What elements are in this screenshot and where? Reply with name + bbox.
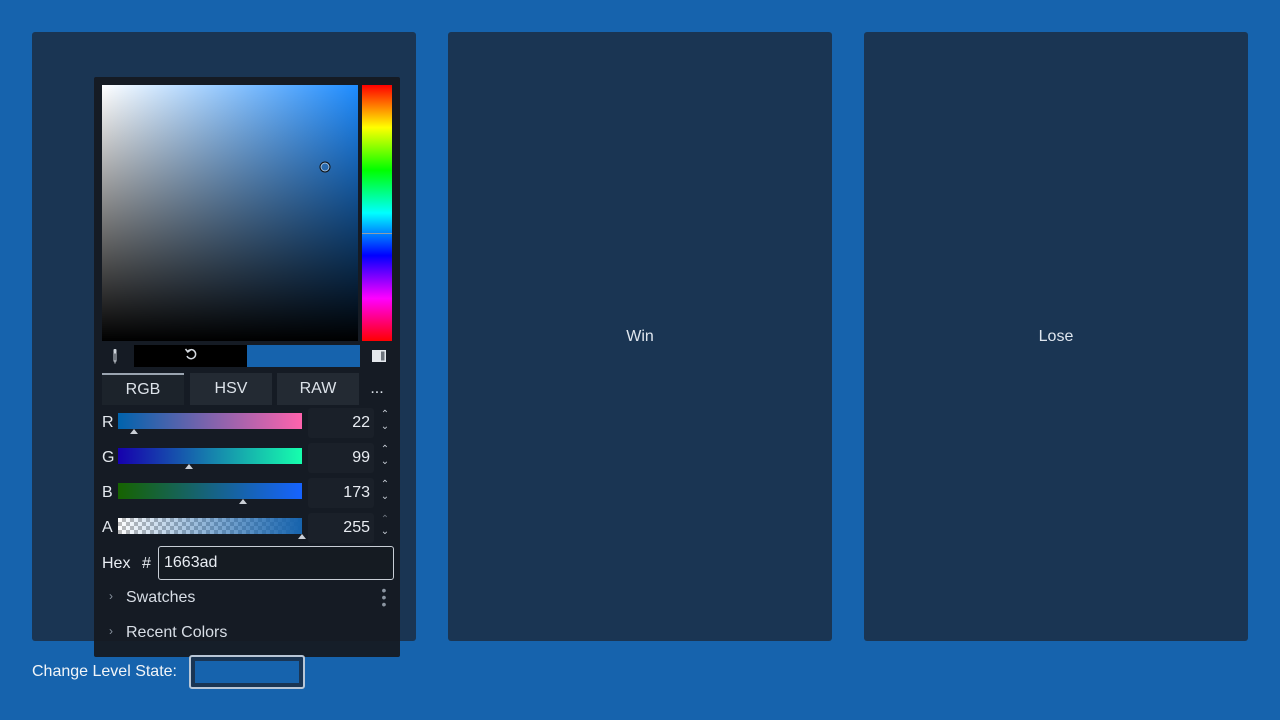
channel-value: 173	[343, 484, 370, 501]
chevron-up-icon[interactable]: ⌃	[381, 514, 389, 525]
channel-label: R	[102, 414, 114, 431]
level-state-swatch	[195, 661, 299, 683]
tab-raw[interactable]: RAW	[277, 373, 359, 405]
channel-value-input[interactable]: 99	[308, 443, 374, 473]
channel-value-input[interactable]: 22	[308, 408, 374, 438]
color-preview-row	[102, 345, 392, 367]
spin-arrows[interactable]: ⌃ ⌄	[378, 514, 392, 542]
new-color-swatch	[247, 345, 360, 367]
level-state-row: Change Level State:	[32, 655, 332, 689]
tab-rgb[interactable]: RGB	[102, 373, 184, 405]
tab-hsv-label: HSV	[214, 380, 248, 397]
channel-row-g: G 99 ⌃ ⌄	[102, 443, 392, 473]
spin-arrows[interactable]: ⌃ ⌄	[378, 444, 392, 472]
swatches-section[interactable]: › Swatches • • •	[102, 583, 392, 613]
old-color-swatch[interactable]	[134, 345, 247, 367]
chevron-down-icon[interactable]: ⌄	[381, 526, 389, 537]
spin-arrows[interactable]: ⌃ ⌄	[378, 479, 392, 507]
chevron-down-icon[interactable]: ⌄	[381, 491, 389, 502]
slider-grabber[interactable]	[129, 429, 138, 434]
kebab-menu-icon[interactable]: • • •	[380, 583, 388, 611]
chevron-right-icon[interactable]: ›	[109, 624, 113, 638]
tab-hsv[interactable]: HSV	[190, 373, 272, 405]
swatches-title: Swatches	[126, 589, 196, 606]
hex-row: Hex #	[102, 546, 394, 582]
saturation-value-square[interactable]	[102, 85, 358, 341]
channel-row-b: B 173 ⌃ ⌄	[102, 478, 392, 508]
hue-marker[interactable]	[362, 233, 392, 235]
chevron-down-icon[interactable]: ⌄	[381, 421, 389, 432]
reset-icon[interactable]	[184, 347, 198, 366]
channel-slider-r[interactable]	[118, 413, 302, 429]
tab-rgb-label: RGB	[125, 381, 161, 398]
lose-panel: Lose	[864, 32, 1248, 641]
color-mode-tabs: RGB HSV RAW ...	[102, 373, 392, 405]
channel-row-a: A 255 ⌃ ⌄	[102, 513, 392, 543]
eyedropper-icon[interactable]	[102, 345, 128, 367]
chevron-down-icon[interactable]: ⌄	[381, 456, 389, 467]
channel-value-input[interactable]: 173	[308, 478, 374, 508]
hue-slider[interactable]	[362, 85, 392, 341]
more-options-label: ...	[370, 380, 384, 397]
slider-grabber[interactable]	[185, 464, 194, 469]
channel-slider-g[interactable]	[118, 448, 302, 464]
channel-slider-a[interactable]	[118, 518, 302, 534]
level-state-label: Change Level State:	[32, 663, 177, 680]
hex-prefix: #	[142, 555, 151, 572]
sv-cursor[interactable]	[319, 161, 331, 173]
channel-value-input[interactable]: 255	[308, 513, 374, 543]
win-panel-label: Win	[626, 327, 654, 345]
chevron-up-icon[interactable]: ⌃	[381, 409, 389, 420]
spin-arrows[interactable]: ⌃ ⌄	[378, 409, 392, 437]
lose-panel-label: Lose	[1038, 327, 1074, 345]
more-options-button[interactable]: ...	[362, 373, 392, 405]
channel-label: G	[102, 449, 115, 466]
tab-raw-label: RAW	[299, 380, 337, 397]
picker-shape-icon[interactable]	[366, 345, 392, 367]
level-state-color-button[interactable]	[189, 655, 305, 689]
recent-colors-title: Recent Colors	[126, 624, 228, 641]
channel-value: 99	[352, 449, 370, 466]
channel-slider-b[interactable]	[118, 483, 302, 499]
channel-label: B	[102, 484, 113, 501]
slider-grabber[interactable]	[238, 499, 247, 504]
chevron-up-icon[interactable]: ⌃	[381, 444, 389, 455]
slider-grabber[interactable]	[298, 534, 306, 539]
channel-row-r: R 22 ⌃ ⌄	[102, 408, 392, 438]
chevron-right-icon[interactable]: ›	[109, 589, 113, 603]
channel-value: 255	[343, 519, 370, 536]
recent-colors-section[interactable]: › Recent Colors	[102, 620, 392, 648]
channel-value: 22	[352, 414, 370, 431]
hex-label: Hex	[102, 555, 131, 572]
win-panel: Win	[448, 32, 832, 641]
color-picker-popup: RGB HSV RAW ... R 22 ⌃ ⌄ G 99 ⌃ ⌄ B 173 ⌃ ⌄…	[94, 77, 400, 657]
hex-input[interactable]	[158, 546, 394, 580]
channel-label: A	[102, 519, 113, 536]
chevron-up-icon[interactable]: ⌃	[381, 479, 389, 490]
